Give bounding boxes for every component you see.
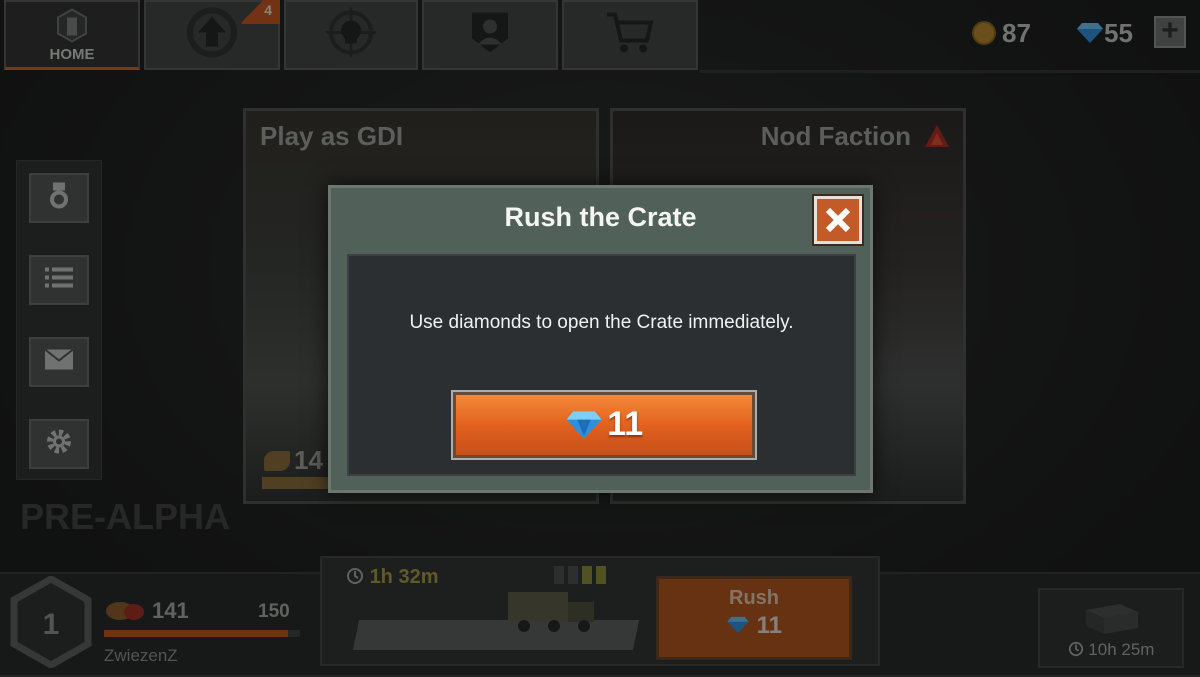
- dialog-message: Use diamonds to open the Crate immediate…: [409, 312, 794, 333]
- dialog-body: Use diamonds to open the Crate immediate…: [347, 254, 856, 476]
- rush-crate-dialog: Rush the Crate Use diamonds to open the …: [328, 185, 873, 493]
- pay-diamonds-button[interactable]: 11: [453, 392, 755, 458]
- diamond-cost: 11: [607, 405, 644, 443]
- diamond-icon: [565, 410, 603, 439]
- dialog-title: Rush the Crate: [504, 202, 697, 232]
- close-button[interactable]: [814, 196, 862, 244]
